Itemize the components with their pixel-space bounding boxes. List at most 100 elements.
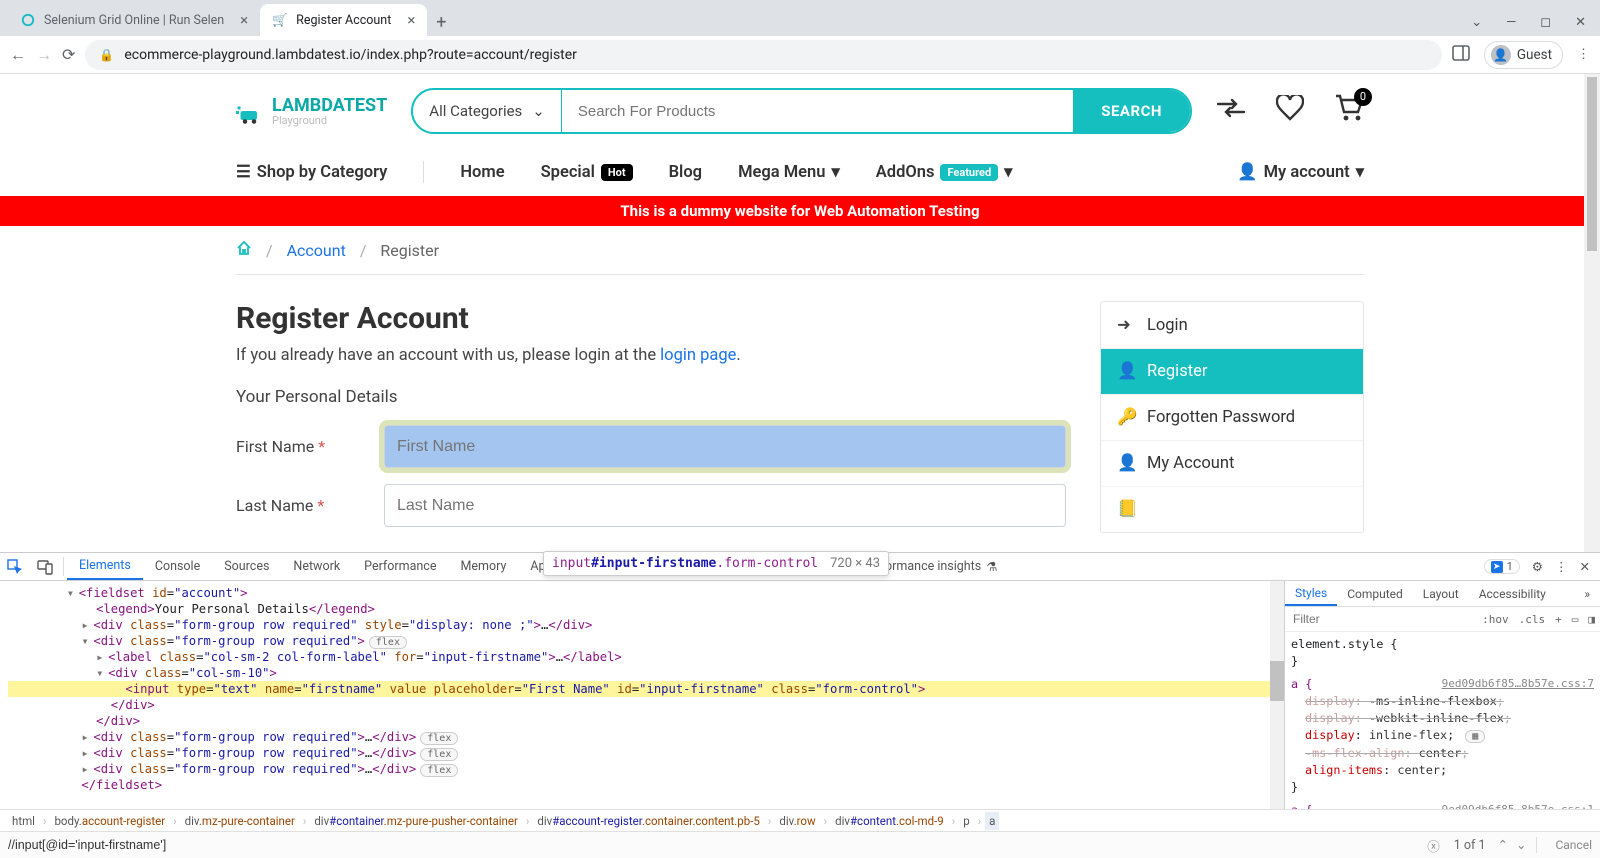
minimize-icon[interactable]: — bbox=[1506, 15, 1516, 30]
user-icon: 👤 bbox=[1117, 454, 1135, 473]
tab-selenium[interactable]: Selenium Grid Online | Run Selen × bbox=[8, 4, 260, 36]
crumb[interactable]: div.row bbox=[775, 812, 819, 830]
nav-label: AddOns bbox=[876, 163, 935, 182]
close-devtools-icon[interactable]: ✕ bbox=[1580, 559, 1590, 575]
kebab-icon[interactable]: ⋮ bbox=[1555, 559, 1568, 575]
crumb-selected[interactable]: a bbox=[985, 812, 999, 830]
search-cancel[interactable]: Cancel bbox=[1555, 838, 1592, 852]
wishlist-icon[interactable] bbox=[1276, 95, 1304, 128]
site-search: All Categories ⌄ SEARCH bbox=[411, 88, 1192, 134]
nav-label: Mega Menu bbox=[738, 163, 825, 182]
sidebar-item-register[interactable]: 👤 Register bbox=[1101, 349, 1363, 395]
cls-toggle[interactable]: .cls bbox=[1514, 613, 1551, 626]
nav-my-account[interactable]: 👤 My account ▾ bbox=[1237, 162, 1364, 182]
nav-addons[interactable]: AddOns Featured ▾ bbox=[876, 162, 1013, 182]
styles-panel: Styles Computed Layout Accessibility » :… bbox=[1284, 581, 1600, 809]
search-prev-icon[interactable]: ⌃ bbox=[1494, 837, 1512, 853]
styles-tab-styles[interactable]: Styles bbox=[1285, 581, 1337, 606]
devtools-tab-memory[interactable]: Memory bbox=[448, 553, 518, 580]
elements-panel[interactable]: ▾<fieldset id="account"> <legend>Your Pe… bbox=[0, 581, 1284, 809]
search-button[interactable]: SEARCH bbox=[1073, 90, 1190, 132]
dummy-banner: This is a dummy website for Web Automati… bbox=[0, 196, 1600, 226]
sidebar-item-myaccount[interactable]: 👤 My Account bbox=[1101, 441, 1363, 487]
new-tab-button[interactable]: + bbox=[427, 8, 455, 36]
site-header: LAMBDATEST Playground All Categories ⌄ S… bbox=[236, 74, 1364, 148]
devtools-tab-sources[interactable]: Sources bbox=[212, 553, 281, 580]
chevron-down-icon[interactable]: ⌄ bbox=[1471, 15, 1482, 30]
shop-by-category[interactable]: ☰ Shop by Category bbox=[236, 162, 387, 182]
scrollbar-thumb[interactable] bbox=[1584, 74, 1600, 254]
devtools-tab-performance[interactable]: Performance bbox=[352, 553, 448, 580]
devtools-tab-elements[interactable]: Elements bbox=[67, 553, 143, 580]
nav-special[interactable]: Special Hot bbox=[541, 163, 633, 182]
styles-tab-accessibility[interactable]: Accessibility bbox=[1469, 581, 1556, 606]
hot-badge: Hot bbox=[601, 164, 633, 181]
close-icon[interactable]: × bbox=[240, 11, 248, 29]
elements-scrollbar[interactable] bbox=[1270, 581, 1284, 809]
clear-search-icon[interactable]: ⓧ bbox=[1421, 836, 1446, 855]
key-icon: 🔑 bbox=[1117, 408, 1135, 427]
crumb[interactable]: div.mz-pure-container bbox=[181, 812, 299, 830]
styles-filter-input[interactable] bbox=[1285, 612, 1477, 626]
inspect-element-icon[interactable] bbox=[0, 553, 30, 580]
nav-mega-menu[interactable]: Mega Menu ▾ bbox=[738, 162, 840, 182]
site-logo[interactable]: LAMBDATEST Playground bbox=[236, 95, 387, 127]
maximize-icon[interactable]: ◻ bbox=[1540, 15, 1551, 30]
main-nav: ☰ Shop by Category Home Special Hot Blog… bbox=[236, 148, 1364, 196]
sidebar-item-forgotten[interactable]: 🔑 Forgotten Password bbox=[1101, 395, 1363, 441]
gear-icon[interactable]: ⚙ bbox=[1532, 559, 1543, 575]
styles-more-icon[interactable]: » bbox=[1574, 581, 1600, 606]
profile-chip[interactable]: 👤 Guest bbox=[1484, 41, 1563, 69]
crumb[interactable]: body.account-register bbox=[50, 812, 169, 830]
form-group-lastname: Last Name * bbox=[236, 484, 1066, 527]
crumb[interactable]: p bbox=[959, 812, 973, 830]
crumb[interactable]: div#content.col-md-9 bbox=[831, 812, 948, 830]
panel-layout-icon[interactable]: ◨ bbox=[1583, 613, 1600, 626]
category-select[interactable]: All Categories ⌄ bbox=[413, 90, 562, 132]
breadcrumb-register: Register bbox=[380, 241, 439, 260]
caret-down-icon: ▾ bbox=[1356, 162, 1364, 182]
panel-toggle-icon[interactable] bbox=[1452, 44, 1470, 66]
devtools-tab-network[interactable]: Network bbox=[281, 553, 352, 580]
url-text: ecommerce-playground.lambdatest.io/index… bbox=[124, 47, 577, 63]
styles-tab-layout[interactable]: Layout bbox=[1413, 581, 1469, 606]
nav-blog[interactable]: Blog bbox=[669, 163, 702, 182]
home-icon[interactable] bbox=[236, 240, 252, 260]
first-name-input[interactable] bbox=[384, 425, 1066, 468]
reload-button[interactable]: ⟳ bbox=[62, 45, 75, 64]
device-toggle-icon[interactable] bbox=[30, 553, 60, 580]
sidebar-item-login[interactable]: ➜ Login bbox=[1101, 302, 1363, 349]
main-content: Register Account If you already have an … bbox=[236, 301, 1066, 543]
breadcrumb-account[interactable]: Account bbox=[287, 241, 346, 260]
close-icon[interactable]: × bbox=[407, 11, 415, 29]
first-name-label: First Name * bbox=[236, 437, 384, 456]
tab-register[interactable]: 🛒 Register Account × bbox=[260, 4, 427, 36]
login-page-link[interactable]: login page bbox=[660, 346, 736, 365]
nav-home[interactable]: Home bbox=[460, 163, 504, 182]
devtools-tab-console[interactable]: Console bbox=[143, 553, 212, 580]
search-next-icon[interactable]: ⌄ bbox=[1512, 837, 1530, 853]
last-name-label: Last Name * bbox=[236, 496, 384, 515]
sidebar-item-more[interactable]: 📒 x bbox=[1101, 487, 1363, 532]
user-icon: 👤 bbox=[1237, 163, 1258, 182]
add-rule-icon[interactable]: + bbox=[1550, 613, 1567, 626]
crumb[interactable]: div#container.mz-pure-pusher-container bbox=[310, 812, 522, 830]
close-window-icon[interactable]: ✕ bbox=[1575, 15, 1586, 30]
hov-toggle[interactable]: :hov bbox=[1477, 613, 1514, 626]
scrollbar-thumb[interactable] bbox=[1270, 661, 1284, 701]
issues-badge[interactable]: ➤1 bbox=[1484, 559, 1520, 574]
compare-icon[interactable] bbox=[1216, 96, 1246, 127]
address-bar[interactable]: 🔒 ecommerce-playground.lambdatest.io/ind… bbox=[85, 40, 1441, 70]
cart-icon[interactable]: 0 bbox=[1334, 94, 1364, 129]
styles-tab-computed[interactable]: Computed bbox=[1337, 581, 1413, 606]
last-name-input[interactable] bbox=[384, 484, 1066, 527]
elements-search-input[interactable] bbox=[8, 838, 1421, 852]
search-input[interactable] bbox=[562, 90, 1073, 132]
dom-breadcrumb[interactable]: html› body.account-register› div.mz-pure… bbox=[0, 809, 1600, 831]
computed-toggle-icon[interactable]: ▭ bbox=[1567, 613, 1584, 626]
back-button[interactable]: ← bbox=[10, 45, 26, 65]
crumb[interactable]: div#account-register.container.content.p… bbox=[533, 812, 764, 830]
kebab-menu-icon[interactable]: ⋮ bbox=[1577, 47, 1590, 62]
crumb[interactable]: html bbox=[8, 812, 39, 830]
styles-body[interactable]: element.style { } a {9ed09db6f85…8b57e.c… bbox=[1285, 632, 1600, 809]
